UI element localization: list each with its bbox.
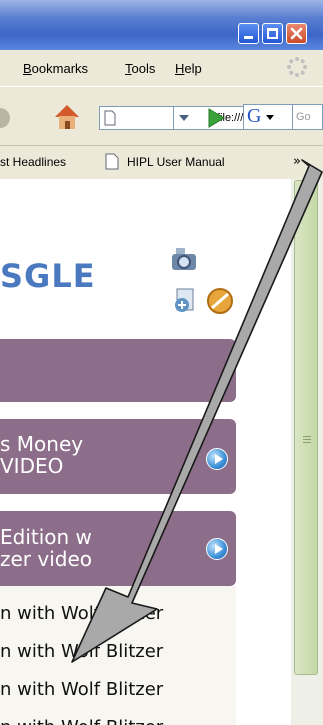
annotation-arrow (71, 159, 323, 663)
